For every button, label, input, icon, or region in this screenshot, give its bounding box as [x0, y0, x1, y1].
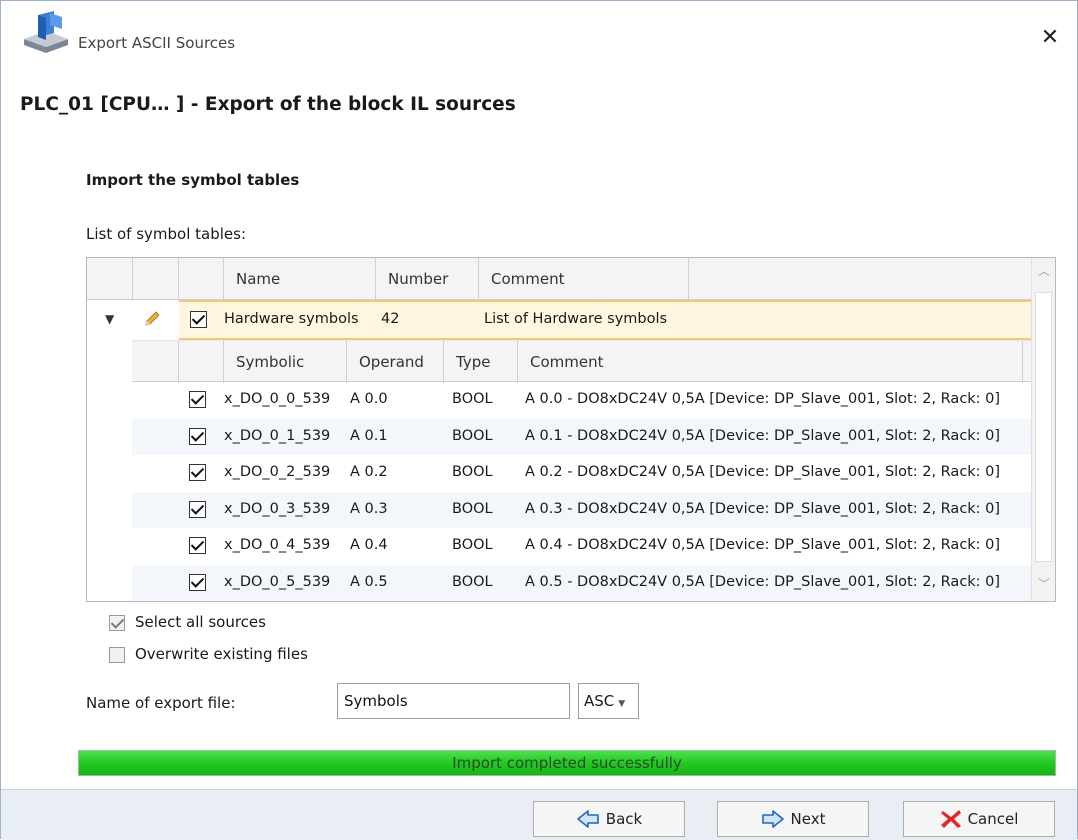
cell-operand: A 0.4 [350, 537, 388, 553]
table-number: 42 [381, 311, 400, 327]
cell-type: BOOL [452, 537, 493, 553]
window-title: Export ASCII Sources [78, 34, 236, 52]
section-title: Import the symbol tables [86, 171, 300, 189]
cell-comment: A 0.5 - DO8xDC24V 0,5A [Device: DP_Slave… [525, 573, 1001, 590]
progress-bar: Import completed successfully [78, 750, 1056, 776]
column-header-type[interactable]: Type [444, 341, 518, 383]
scroll-down-icon[interactable]: ﹀ [1032, 575, 1055, 597]
cancel-button[interactable]: Cancel [903, 801, 1055, 837]
close-button[interactable]: ✕ [1035, 23, 1065, 53]
select-all-checkbox[interactable] [109, 615, 125, 631]
checkbox[interactable] [189, 573, 206, 591]
export-file-label: Name of export file: [86, 694, 236, 712]
page-title: PLC_01 [CPU… ] - Export of the block IL … [20, 94, 516, 115]
checkbox[interactable] [190, 311, 207, 328]
table-row-parent[interactable]: ▼ Hardware symbols 42 List of Hardware s… [87, 300, 1032, 340]
cell-symbolic: x_DO_0_2_539 [224, 464, 331, 480]
vertical-scrollbar[interactable]: ︿ ﹀ [1031, 258, 1055, 601]
cell-operand: A 0.1 [350, 427, 388, 444]
progress-text: Import completed successfully [452, 754, 682, 772]
row-checkbox[interactable] [189, 537, 206, 558]
cell-symbolic: x_DO_0_0_539 [224, 391, 331, 407]
checkbox[interactable] [189, 391, 206, 408]
cell-operand: A 0.2 [350, 464, 388, 480]
row-checkbox[interactable] [189, 500, 206, 522]
button-bar: Back Next Cancel [1, 789, 1077, 840]
table-row[interactable]: x_DO_0_3_539 A 0.3 BOOL A 0.3 - DO8xDC24… [132, 491, 1032, 528]
chevron-down-icon: ▼ [618, 699, 626, 709]
header-spacer [132, 341, 179, 383]
next-button[interactable]: Next [717, 801, 869, 837]
grid-header: Name Number Comment [87, 258, 1032, 300]
cell-symbolic: x_DO_0_5_539 [224, 573, 331, 590]
cell-type: BOOL [452, 500, 493, 517]
extension-select[interactable]: ASC ▼ [578, 683, 639, 719]
checkbox[interactable] [189, 427, 206, 445]
arrow-left-icon [576, 809, 600, 829]
cell-type: BOOL [452, 464, 493, 480]
column-header-comment[interactable]: Comment [479, 258, 689, 300]
table-row[interactable]: x_DO_0_1_539 A 0.1 BOOL A 0.1 - DO8xDC24… [132, 418, 1032, 455]
checkbox[interactable] [189, 537, 206, 554]
next-label: Next [790, 810, 826, 828]
cancel-label: Cancel [967, 810, 1019, 828]
table-comment: List of Hardware symbols [484, 311, 668, 327]
table-name: Hardware symbols [224, 311, 359, 327]
extension-value: ASC [584, 692, 615, 710]
column-header-operand[interactable]: Operand [347, 341, 444, 383]
select-all-label: Select all sources [135, 613, 266, 631]
cell-comment: A 0.2 - DO8xDC24V 0,5A [Device: DP_Slave… [525, 464, 1001, 480]
cell-operand: A 0.5 [350, 573, 388, 590]
checkbox[interactable] [189, 500, 206, 518]
scroll-thumb[interactable] [1035, 292, 1052, 562]
cell-symbolic: x_DO_0_4_539 [224, 537, 331, 553]
table-row[interactable]: x_DO_0_5_539 A 0.5 BOOL A 0.5 - DO8xDC24… [132, 564, 1032, 601]
list-label: List of symbol tables: [86, 225, 247, 243]
cell-operand: A 0.0 [350, 391, 388, 407]
export-file-input[interactable] [337, 683, 570, 719]
table-row[interactable]: x_DO_0_4_539 A 0.4 BOOL A 0.4 - DO8xDC24… [132, 528, 1032, 565]
cell-comment: A 0.4 - DO8xDC24V 0,5A [Device: DP_Slave… [525, 537, 1001, 553]
symbol-rows: x_DO_0_0_539 A 0.0 BOOL A 0.0 - DO8xDC24… [132, 382, 1032, 601]
arrow-right-icon [761, 809, 785, 829]
plc-export-icon [20, 9, 72, 55]
sub-grid-header: Symbolic Operand Type Comment [132, 340, 1032, 383]
parent-checkbox[interactable] [190, 311, 207, 332]
scroll-up-icon[interactable]: ︿ [1032, 262, 1055, 284]
table-row[interactable]: x_DO_0_0_539 A 0.0 BOOL A 0.0 - DO8xDC24… [132, 382, 1032, 419]
column-header-symbolic[interactable]: Symbolic [224, 341, 347, 383]
checkbox[interactable] [189, 464, 206, 481]
header-spacer [87, 258, 133, 300]
cell-type: BOOL [452, 391, 493, 407]
cell-type: BOOL [452, 427, 493, 444]
cell-comment: A 0.1 - DO8xDC24V 0,5A [Device: DP_Slave… [525, 427, 1001, 444]
cell-comment: A 0.3 - DO8xDC24V 0,5A [Device: DP_Slave… [525, 500, 1001, 517]
cell-operand: A 0.3 [350, 500, 388, 517]
cell-comment: A 0.0 - DO8xDC24V 0,5A [Device: DP_Slave… [525, 391, 1001, 407]
overwrite-checkbox[interactable] [109, 647, 125, 663]
back-label: Back [605, 810, 643, 828]
row-checkbox[interactable] [189, 391, 206, 412]
red-x-icon [940, 809, 962, 829]
column-header-number[interactable]: Number [376, 258, 479, 300]
overwrite-label: Overwrite existing files [135, 645, 308, 663]
header-spacer [133, 258, 179, 300]
title-bar: Export ASCII Sources ✕ [1, 1, 1077, 87]
header-spacer [179, 258, 224, 300]
row-checkbox[interactable] [189, 427, 206, 449]
column-header-name[interactable]: Name [224, 258, 376, 300]
cell-symbolic: x_DO_0_1_539 [224, 427, 331, 444]
row-checkbox[interactable] [189, 573, 206, 595]
pencil-icon [143, 310, 161, 328]
back-button[interactable]: Back [533, 801, 685, 837]
row-checkbox[interactable] [189, 464, 206, 485]
cell-type: BOOL [452, 573, 493, 590]
header-spacer [179, 341, 224, 383]
triangle-down-icon[interactable]: ▼ [105, 312, 114, 326]
column-header-comment[interactable]: Comment [518, 341, 1023, 383]
table-row[interactable]: x_DO_0_2_539 A 0.2 BOOL A 0.2 - DO8xDC24… [132, 455, 1032, 492]
cell-symbolic: x_DO_0_3_539 [224, 500, 331, 517]
symbol-tables-grid[interactable]: Name Number Comment ▼ Hardware symbols 4… [86, 257, 1056, 602]
export-dialog: Export ASCII Sources ✕ PLC_01 [CPU… ] - … [0, 0, 1078, 840]
